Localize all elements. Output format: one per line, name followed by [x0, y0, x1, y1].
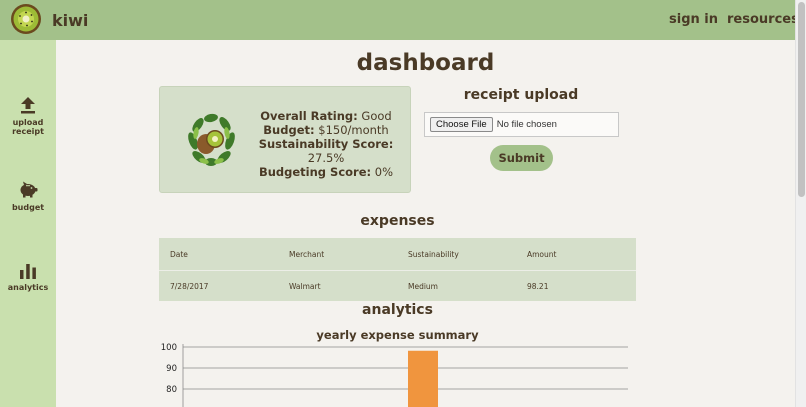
cell-merchant: Walmart [289, 282, 321, 291]
top-navbar: kiwi sign in resources [0, 0, 799, 40]
y-tick-label: 90 [166, 364, 177, 374]
expenses-table: Date Merchant Sustainability Amount 7/28… [159, 238, 636, 301]
sidebar-item-label: receipt [12, 127, 44, 136]
receipt-upload-title: receipt upload [463, 87, 579, 103]
analytics-title: analytics [362, 302, 433, 318]
expenses-title: expenses [360, 213, 435, 229]
column-header-date: Date [170, 250, 188, 259]
y-tick-label: 100 [161, 343, 177, 353]
yearly-expense-chart: 100 90 80 [161, 343, 628, 407]
cell-sustainability: Medium [408, 282, 438, 291]
file-status-text: No file chosen [496, 119, 557, 130]
resources-link[interactable]: resources [727, 12, 799, 27]
cell-date: 7/28/2017 [170, 282, 209, 291]
cell-amount: 98.21 [527, 282, 549, 291]
table-header-row: Date Merchant Sustainability Amount [159, 238, 636, 269]
column-header-amount: Amount [527, 250, 557, 259]
budgeting-score-label: Budgeting Score: [258, 165, 372, 179]
rating-card: Overall Rating: Good Budget: $150/month … [159, 86, 411, 193]
budgeting-score-value: 0% [374, 165, 394, 179]
overall-rating-value: Good [361, 109, 392, 123]
budget-label: Budget: [263, 123, 315, 137]
rating-summary: Overall Rating: Good Budget: $150/month … [242, 109, 410, 179]
sustainability-score-label: Sustainability Score: [258, 137, 394, 151]
sign-in-link[interactable]: sign in [669, 12, 718, 27]
sidebar-item-upload-receipt[interactable]: upload receipt [0, 96, 56, 136]
bar-chart-icon [20, 264, 36, 279]
submit-button[interactable]: Submit [490, 145, 553, 171]
kiwi-wreath-icon [188, 113, 235, 166]
sidebar-item-analytics[interactable]: analytics [0, 263, 56, 292]
brand-name[interactable]: kiwi [52, 11, 88, 30]
sidebar-item-label: upload [12, 118, 44, 127]
file-input[interactable]: Choose File No file chosen [424, 112, 619, 137]
column-header-merchant: Merchant [289, 250, 325, 259]
choose-file-button[interactable]: Choose File [430, 117, 493, 132]
chart-bar[interactable] [408, 350, 438, 407]
sidebar: upload receipt budget analytics [0, 40, 56, 407]
column-header-sustainability: Sustainability [408, 250, 459, 259]
overall-rating-label: Overall Rating: [260, 109, 358, 123]
piggy-bank-icon [20, 181, 38, 198]
sidebar-item-label: budget [11, 203, 45, 212]
kiwi-logo-icon[interactable] [10, 3, 42, 35]
page-scrollbar[interactable] [795, 0, 806, 407]
page-title: dashboard [356, 50, 495, 76]
budget-value: $150/month [318, 123, 389, 137]
scrollbar-thumb[interactable] [798, 2, 805, 197]
y-tick-label: 80 [166, 385, 177, 395]
sustainability-score-value: 27.5% [307, 151, 345, 165]
sidebar-item-budget[interactable]: budget [0, 181, 56, 212]
sidebar-item-label: analytics [7, 283, 49, 292]
table-row[interactable]: 7/28/2017 Walmart Medium 98.21 [159, 270, 636, 301]
upload-icon [21, 97, 35, 114]
